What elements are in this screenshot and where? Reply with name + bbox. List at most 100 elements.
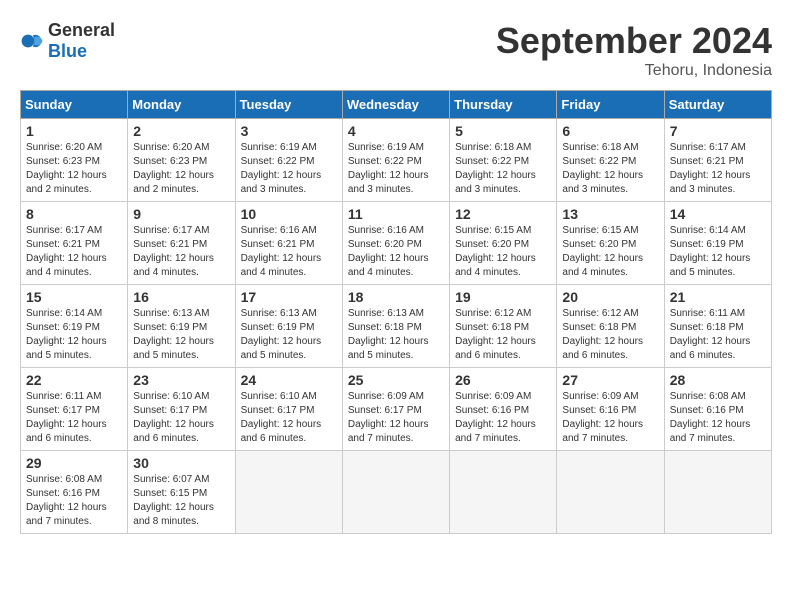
calendar-cell: 6 Sunrise: 6:18 AMSunset: 6:22 PMDaylight… (557, 119, 664, 202)
cell-details: Sunrise: 6:15 AMSunset: 6:20 PMDaylight:… (562, 224, 658, 280)
day-number: 13 (562, 206, 658, 222)
calendar-cell (235, 451, 342, 534)
day-number: 1 (26, 123, 122, 139)
calendar-cell: 30 Sunrise: 6:07 AMSunset: 6:15 PMDayligh… (128, 451, 235, 534)
cell-details: Sunrise: 6:11 AMSunset: 6:18 PMDaylight:… (670, 307, 766, 363)
calendar-cell: 29 Sunrise: 6:08 AMSunset: 6:16 PMDayligh… (21, 451, 128, 534)
calendar-cell (450, 451, 557, 534)
cell-details: Sunrise: 6:14 AMSunset: 6:19 PMDaylight:… (670, 224, 766, 280)
cell-details: Sunrise: 6:16 AMSunset: 6:21 PMDaylight:… (241, 224, 337, 280)
day-number: 20 (562, 289, 658, 305)
calendar-cell: 23Sunrise: 6:10 AMSunset: 6:17 PMDayligh… (128, 368, 235, 451)
cell-details: Sunrise: 6:07 AMSunset: 6:15 PMDaylight:… (133, 473, 229, 529)
cell-details: Sunrise: 6:19 AMSunset: 6:22 PMDaylight:… (348, 141, 444, 197)
calendar-cell: 17Sunrise: 6:13 AMSunset: 6:19 PMDayligh… (235, 285, 342, 368)
day-number: 8 (26, 206, 122, 222)
calendar-cell: 4 Sunrise: 6:19 AMSunset: 6:22 PMDaylight… (342, 119, 449, 202)
cell-details: Sunrise: 6:15 AMSunset: 6:20 PMDaylight:… (455, 224, 551, 280)
day-number: 26 (455, 372, 551, 388)
week-row-3: 15Sunrise: 6:14 AMSunset: 6:19 PMDayligh… (21, 285, 772, 368)
calendar-table: SundayMondayTuesdayWednesdayThursdayFrid… (20, 90, 772, 534)
location-title: Tehoru, Indonesia (496, 62, 772, 80)
calendar-cell: 5 Sunrise: 6:18 AMSunset: 6:22 PMDaylight… (450, 119, 557, 202)
cell-details: Sunrise: 6:10 AMSunset: 6:17 PMDaylight:… (241, 390, 337, 446)
calendar-cell: 10 Sunrise: 6:16 AMSunset: 6:21 PMDayligh… (235, 202, 342, 285)
column-header-wednesday: Wednesday (342, 91, 449, 119)
cell-details: Sunrise: 6:17 AMSunset: 6:21 PMDaylight:… (26, 224, 122, 280)
calendar-cell: 1Sunrise: 6:20 AMSunset: 6:23 PMDaylight… (21, 119, 128, 202)
calendar-cell: 21 Sunrise: 6:11 AMSunset: 6:18 PMDayligh… (664, 285, 771, 368)
day-number: 10 (241, 206, 337, 222)
calendar-cell: 22Sunrise: 6:11 AMSunset: 6:17 PMDayligh… (21, 368, 128, 451)
calendar-cell (664, 451, 771, 534)
day-number: 27 (562, 372, 658, 388)
cell-details: Sunrise: 6:13 AMSunset: 6:19 PMDaylight:… (241, 307, 337, 363)
calendar-cell: 28Sunrise: 6:08 AMSunset: 6:16 PMDayligh… (664, 368, 771, 451)
cell-details: Sunrise: 6:09 AMSunset: 6:16 PMDaylight:… (562, 390, 658, 446)
day-number: 25 (348, 372, 444, 388)
month-title: September 2024 (496, 20, 772, 62)
cell-details: Sunrise: 6:13 AMSunset: 6:19 PMDaylight:… (133, 307, 229, 363)
logo-icon (20, 29, 44, 53)
logo: General Blue (20, 20, 115, 62)
week-row-1: 1 Sunrise: 6:20 AMSunset: 6:23 PMDaylight… (21, 119, 772, 202)
cell-details: Sunrise: 6:17 AMSunset: 6:21 PMDaylight:… (670, 141, 766, 197)
calendar-cell: 19 Sunrise: 6:12 AMSunset: 6:18 PMDayligh… (450, 285, 557, 368)
title-area: September 2024 Tehoru, Indonesia (496, 20, 772, 80)
calendar-cell: 27 Sunrise: 6:09 AMSunset: 6:16 PMDayligh… (557, 368, 664, 451)
calendar-cell (557, 451, 664, 534)
cell-details: Sunrise: 6:09 AMSunset: 6:16 PMDaylight:… (455, 390, 551, 446)
column-header-tuesday: Tuesday (235, 91, 342, 119)
cell-details: Sunrise: 6:18 AMSunset: 6:22 PMDaylight:… (562, 141, 658, 197)
day-number: 19 (455, 289, 551, 305)
cell-details: Sunrise: 6:08 AMSunset: 6:16 PMDaylight:… (26, 473, 122, 529)
cell-details: Sunrise: 6:12 AMSunset: 6:18 PMDaylight:… (455, 307, 551, 363)
column-header-saturday: Saturday (664, 91, 771, 119)
column-header-friday: Friday (557, 91, 664, 119)
logo-blue: Blue (48, 41, 87, 61)
week-row-4: 22Sunrise: 6:11 AMSunset: 6:17 PMDayligh… (21, 368, 772, 451)
calendar-cell: 16 Sunrise: 6:13 AMSunset: 6:19 PMDayligh… (128, 285, 235, 368)
column-header-thursday: Thursday (450, 91, 557, 119)
calendar-cell: 12 Sunrise: 6:15 AMSunset: 6:20 PMDayligh… (450, 202, 557, 285)
day-number: 5 (455, 123, 551, 139)
day-number: 9 (133, 206, 229, 222)
calendar-cell: 11 Sunrise: 6:16 AMSunset: 6:20 PMDayligh… (342, 202, 449, 285)
cell-details: Sunrise: 6:19 AMSunset: 6:22 PMDaylight:… (241, 141, 337, 197)
day-number: 14 (670, 206, 766, 222)
calendar-cell: 3 Sunrise: 6:19 AMSunset: 6:22 PMDaylight… (235, 119, 342, 202)
cell-details: Sunrise: 6:20 AMSunset: 6:23 PMDaylight:… (133, 141, 229, 197)
calendar-cell: 7 Sunrise: 6:17 AMSunset: 6:21 PMDaylight… (664, 119, 771, 202)
day-number: 28 (670, 372, 766, 388)
day-number: 11 (348, 206, 444, 222)
cell-details: Sunrise: 6:09 AMSunset: 6:17 PMDaylight:… (348, 390, 444, 446)
day-number: 29 (26, 455, 122, 471)
day-number: 24 (241, 372, 337, 388)
calendar-cell: 18Sunrise: 6:13 AMSunset: 6:18 PMDayligh… (342, 285, 449, 368)
calendar-cell: 13 Sunrise: 6:15 AMSunset: 6:20 PMDayligh… (557, 202, 664, 285)
week-row-2: 8 Sunrise: 6:17 AMSunset: 6:21 PMDaylight… (21, 202, 772, 285)
calendar-cell (342, 451, 449, 534)
cell-details: Sunrise: 6:12 AMSunset: 6:18 PMDaylight:… (562, 307, 658, 363)
day-number: 4 (348, 123, 444, 139)
cell-details: Sunrise: 6:18 AMSunset: 6:22 PMDaylight:… (455, 141, 551, 197)
calendar-cell: 9Sunrise: 6:17 AMSunset: 6:21 PMDaylight… (128, 202, 235, 285)
cell-details: Sunrise: 6:11 AMSunset: 6:17 PMDaylight:… (26, 390, 122, 446)
day-number: 7 (670, 123, 766, 139)
calendar-cell: 26 Sunrise: 6:09 AMSunset: 6:16 PMDayligh… (450, 368, 557, 451)
calendar-cell: 8 Sunrise: 6:17 AMSunset: 6:21 PMDaylight… (21, 202, 128, 285)
cell-details: Sunrise: 6:13 AMSunset: 6:18 PMDaylight:… (348, 307, 444, 363)
calendar-cell: 24 Sunrise: 6:10 AMSunset: 6:17 PMDayligh… (235, 368, 342, 451)
day-number: 12 (455, 206, 551, 222)
day-number: 3 (241, 123, 337, 139)
day-number: 21 (670, 289, 766, 305)
logo-text: General Blue (48, 20, 115, 62)
day-number: 16 (133, 289, 229, 305)
day-number: 6 (562, 123, 658, 139)
calendar-cell: 20 Sunrise: 6:12 AMSunset: 6:18 PMDayligh… (557, 285, 664, 368)
day-number: 30 (133, 455, 229, 471)
calendar-cell: 15Sunrise: 6:14 AMSunset: 6:19 PMDayligh… (21, 285, 128, 368)
calendar-cell: 14 Sunrise: 6:14 AMSunset: 6:19 PMDayligh… (664, 202, 771, 285)
cell-details: Sunrise: 6:16 AMSunset: 6:20 PMDaylight:… (348, 224, 444, 280)
day-number: 2 (133, 123, 229, 139)
